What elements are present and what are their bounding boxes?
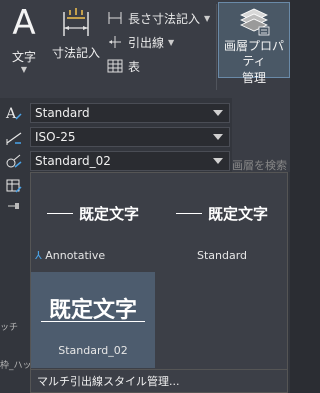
ribbon-divider [216, 4, 217, 90]
multileader-style-dropdown: 既定文字 ⅄ Annotative 既定文字 Standard 既定文字 Sta… [30, 172, 288, 393]
style-option-standard[interactable]: 既定文字 Standard [157, 173, 287, 271]
layer-stack-icon [240, 8, 270, 36]
chevron-down-icon[interactable]: ▼ [4, 65, 44, 75]
svg-text:A: A [5, 106, 17, 121]
leader-line [175, 213, 202, 214]
text-a-icon: A [12, 3, 36, 43]
style-option-name: Standard [196, 249, 248, 262]
side-text-fragment: ッチ [0, 323, 19, 333]
dimension-style-select[interactable]: ISO-25 [30, 127, 230, 147]
multileader-style-icon[interactable] [2, 151, 26, 171]
dimension-button[interactable]: 寸法記入 [48, 4, 104, 90]
annotative-label: Annotative [45, 249, 106, 262]
manage-multileader-styles-button[interactable]: マルチ引出線スタイル管理... [31, 369, 287, 391]
style-option-standard-02[interactable]: 既定文字 Standard_02 [31, 272, 155, 368]
layer-properties-button[interactable]: 画層プロパティ 管理 [218, 2, 290, 85]
dimension-button-label: 寸法記入 [51, 46, 100, 60]
style-preview: 既定文字 [157, 203, 287, 224]
annotative-icon: ⅄ [35, 249, 42, 262]
table-button[interactable]: 表 [106, 56, 214, 76]
dimension-style-value: ISO-25 [35, 130, 76, 144]
table-icon [106, 58, 124, 74]
leader-line [41, 321, 145, 322]
multileader-style-value: Standard_02 [35, 154, 111, 168]
style-sample-text: 既定文字 [78, 205, 139, 223]
linear-dimension-label: 長さ寸法記入 [128, 11, 201, 26]
linear-dimension-button[interactable]: 長さ寸法記入 ▼ [106, 8, 214, 28]
table-style-icon[interactable] [2, 176, 26, 196]
style-option-name: ⅄ Annotative [31, 249, 155, 262]
dimension-style-icon[interactable] [2, 127, 26, 147]
dimension-icon [63, 8, 89, 36]
leader-button[interactable]: 引出線 ▼ [106, 32, 214, 52]
leader-label: 引出線 [128, 35, 165, 50]
style-option-name: Standard_02 [58, 344, 128, 357]
text-button-label: 文字 [11, 50, 36, 64]
chevron-down-icon[interactable] [213, 158, 223, 164]
layer-search-input[interactable]: 画層を検索 [232, 157, 287, 173]
layer-properties-label-2: 管理 [241, 71, 266, 85]
style-preview: 既定文字 [31, 203, 155, 224]
text-style-select[interactable]: Standard [30, 103, 230, 123]
ribbon-panel: A 文字 ▼ 寸法記入 長さ寸法記入 ▼ 引出線 ▼ 表 画層プロパティ 管理 [0, 0, 290, 98]
text-button[interactable]: A 文字 ▼ [4, 4, 44, 90]
panel-pin-icon[interactable] [2, 196, 26, 216]
multileader-style-select[interactable]: Standard_02 [30, 151, 230, 171]
table-label: 表 [128, 59, 141, 74]
linear-dimension-icon [106, 10, 124, 26]
leader-icon [106, 34, 124, 50]
chevron-down-icon[interactable]: ▼ [204, 14, 210, 23]
text-style-value: Standard [35, 106, 90, 120]
style-option-annotative[interactable]: 既定文字 ⅄ Annotative [31, 173, 155, 271]
side-text-fragment: 枠_ハッ [0, 361, 32, 371]
layer-properties-label: 画層プロパティ [223, 39, 284, 68]
leader-line [46, 213, 73, 214]
text-style-icon[interactable]: A [2, 103, 26, 123]
chevron-down-icon[interactable]: ▼ [168, 38, 174, 47]
style-sample-text: 既定文字 [48, 298, 137, 323]
chevron-down-icon[interactable] [213, 110, 223, 116]
chevron-down-icon[interactable] [213, 134, 223, 140]
style-sample-text: 既定文字 [207, 205, 268, 223]
